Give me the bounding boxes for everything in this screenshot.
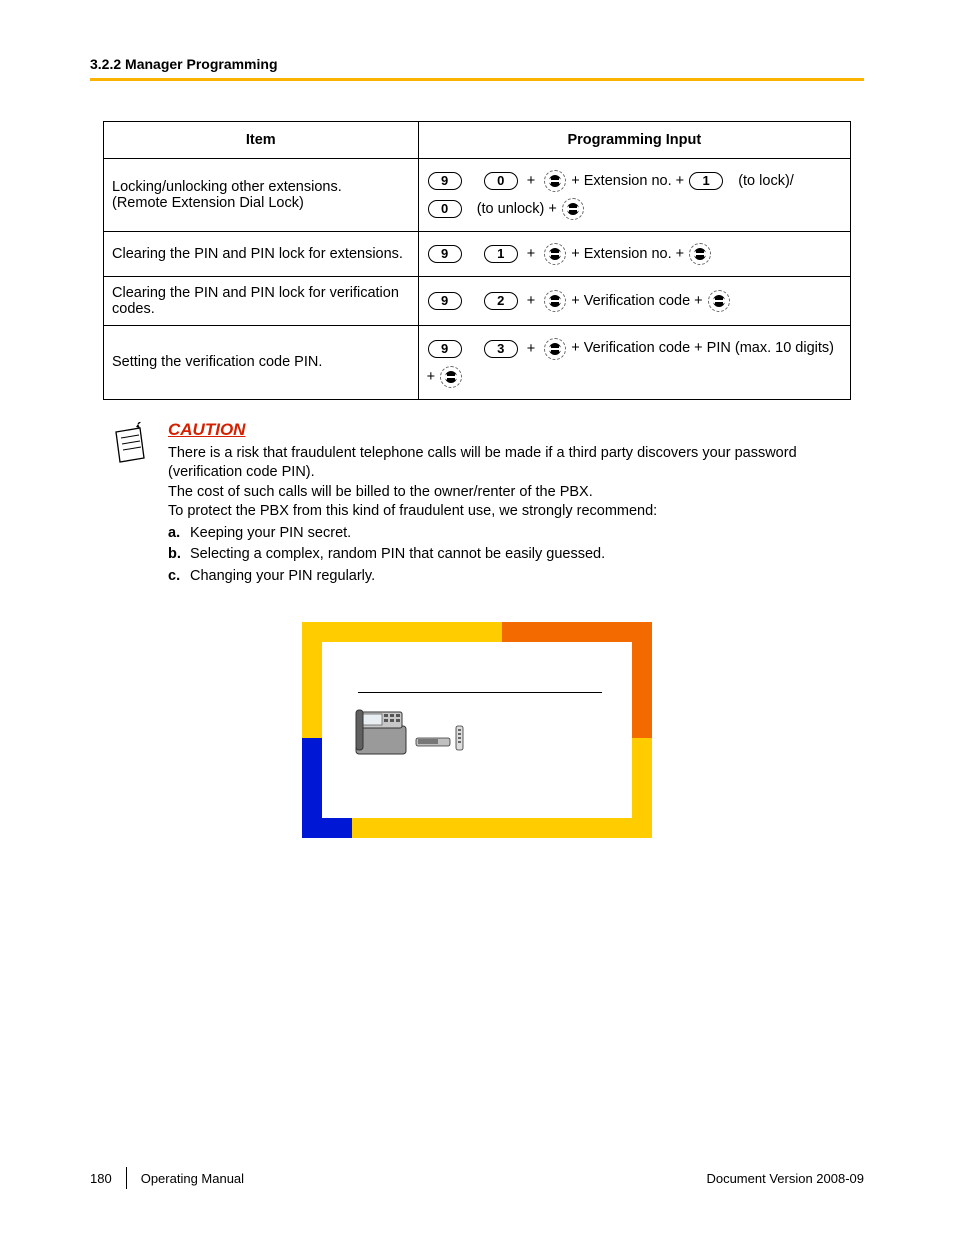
table-row: Clearing the PIN and PIN lock for extens… [104, 232, 851, 277]
caution-paragraph: There is a risk that fraudulent telephon… [168, 444, 834, 483]
seq-text: + [427, 369, 435, 385]
enter-icon [544, 290, 566, 312]
page-number: 180 [90, 1171, 112, 1186]
key-0: 0 [484, 172, 518, 190]
enter-icon [544, 243, 566, 265]
caution-title: CAUTION [168, 420, 834, 440]
col-item-header: Item [104, 122, 419, 159]
key-1: 1 [484, 245, 518, 263]
enter-icon [689, 243, 711, 265]
enter-icon [544, 170, 566, 192]
plus-text: + [527, 167, 535, 195]
table-row: Locking/unlocking other extensions. (Rem… [104, 159, 851, 232]
key-1: 1 [689, 172, 723, 190]
seq-text: + Extension no. + [571, 173, 684, 189]
section-rule [90, 78, 864, 81]
col-input-header: Programming Input [418, 122, 850, 159]
key-3: 3 [484, 340, 518, 358]
item-text: Clearing the PIN and PIN lock for verifi… [104, 277, 419, 326]
enter-icon [544, 338, 566, 360]
key-2: 2 [484, 292, 518, 310]
phone-icon [354, 704, 474, 758]
key-9: 9 [428, 340, 462, 358]
enter-icon [440, 366, 462, 388]
caution-paragraph: The cost of such calls will be billed to… [168, 483, 834, 503]
table-row: Clearing the PIN and PIN lock for verifi… [104, 277, 851, 326]
seq-text: + Verification code + PIN (max. 10 digit… [571, 340, 834, 356]
table-row: Setting the verification code PIN. 9 3 +… [104, 326, 851, 399]
caution-paragraph: To protect the PBX from this kind of fra… [168, 502, 834, 522]
list-item: b.Selecting a complex, random PIN that c… [168, 545, 834, 565]
manual-title: Operating Manual [141, 1171, 244, 1186]
item-text: Setting the verification code PIN. [104, 326, 419, 399]
seq-text: (to lock)/ [738, 173, 794, 189]
list-item: a.Keeping your PIN secret. [168, 524, 834, 544]
section-heading: 3.2.2 Manager Programming [60, 56, 894, 78]
programming-table: Item Programming Input Locking/unlocking… [103, 121, 851, 400]
list-item: c.Changing your PIN regularly. [168, 567, 834, 587]
seq-text: + Extension no. + [571, 246, 684, 262]
item-text: Clearing the PIN and PIN lock for extens… [104, 232, 419, 277]
illustration-frame [302, 622, 652, 838]
item-text: (Remote Extension Dial Lock) [112, 195, 410, 211]
seq-text: + Verification code + [571, 293, 702, 309]
note-icon [110, 422, 150, 466]
enter-icon [562, 198, 584, 220]
doc-version: Document Version 2008-09 [706, 1171, 864, 1186]
key-0: 0 [428, 200, 462, 218]
key-9: 9 [428, 172, 462, 190]
seq-text: (to unlock) + [477, 201, 557, 217]
enter-icon [708, 290, 730, 312]
page-footer: 180 Operating Manual Document Version 20… [90, 1167, 864, 1189]
item-text: Locking/unlocking other extensions. [112, 179, 410, 195]
key-9: 9 [428, 245, 462, 263]
key-9: 9 [428, 292, 462, 310]
footer-divider [126, 1167, 127, 1189]
